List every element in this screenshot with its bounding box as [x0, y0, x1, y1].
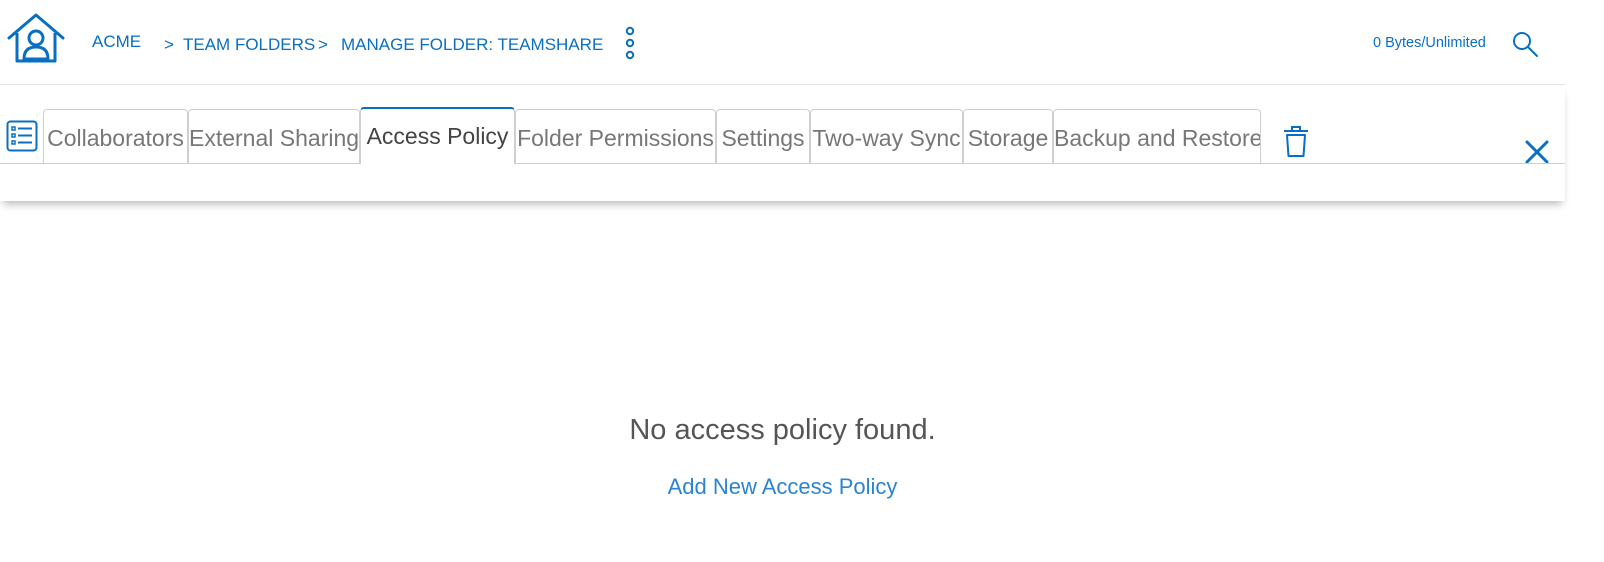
breadcrumb-root[interactable]: ACME	[92, 32, 141, 52]
breadcrumb-separator: >	[164, 35, 174, 54]
more-vertical-icon[interactable]	[621, 26, 639, 60]
tab-access-policy[interactable]: Access Policy	[360, 107, 515, 164]
breadcrumb-separator: >	[318, 35, 328, 54]
tab-external-sharing[interactable]: External Sharing	[188, 109, 360, 163]
search-icon[interactable]	[1511, 30, 1539, 58]
breadcrumb-current-folder: MANAGE FOLDER: TEAMSHARE	[341, 35, 604, 54]
trash-icon[interactable]	[1283, 125, 1309, 159]
close-icon[interactable]	[1525, 140, 1549, 164]
add-access-policy-link[interactable]: Add New Access Policy	[0, 474, 1565, 500]
tab-two-way-sync[interactable]: Two-way Sync	[810, 109, 963, 163]
tab-underline	[0, 163, 1565, 164]
breadcrumb-team-folders[interactable]: TEAM FOLDERS	[183, 35, 315, 55]
tab-settings[interactable]: Settings	[716, 109, 810, 163]
empty-state-message: No access policy found.	[629, 414, 936, 446]
tab-folder-permissions[interactable]: Folder Permissions	[515, 109, 716, 163]
top-bar: ACME > TEAM FOLDERS > MANAGE FOLDER: TEA…	[0, 0, 1565, 85]
tab-storage[interactable]: Storage	[963, 109, 1053, 163]
tab-backup-and-restore[interactable]: Backup and Restore	[1053, 109, 1261, 163]
tab-bar: Collaborators External Sharing Access Po…	[0, 85, 1565, 201]
storage-quota: 0 Bytes/Unlimited	[1373, 35, 1486, 51]
home-icon[interactable]	[6, 12, 66, 64]
list-icon[interactable]	[6, 120, 38, 152]
tab-collaborators[interactable]: Collaborators	[43, 109, 188, 163]
